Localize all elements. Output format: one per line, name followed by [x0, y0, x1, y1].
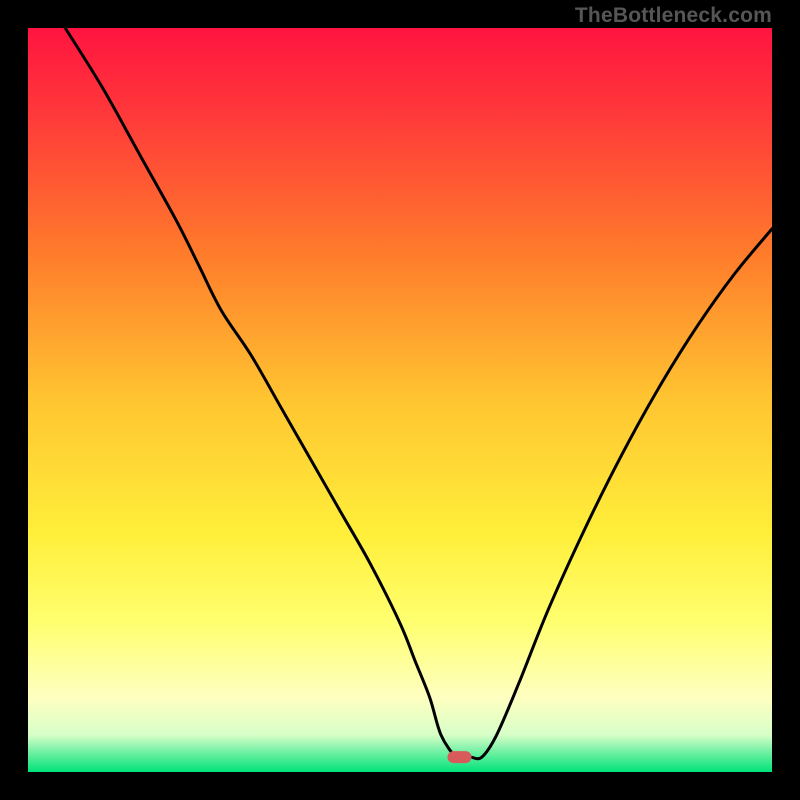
chart-container: TheBottleneck.com — [0, 0, 800, 800]
optimal-marker — [448, 751, 472, 763]
gradient-background — [28, 28, 772, 772]
watermark-text: TheBottleneck.com — [575, 4, 772, 28]
bottleneck-plot — [28, 28, 772, 772]
